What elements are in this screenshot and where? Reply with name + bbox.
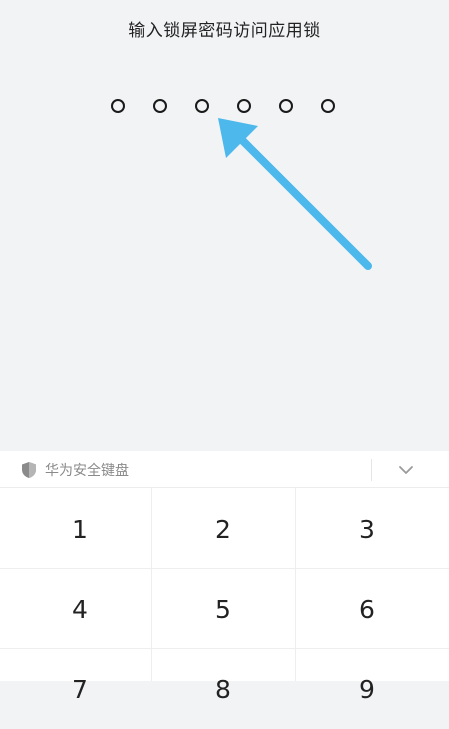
key-8[interactable]: 8 xyxy=(148,649,298,729)
key-6[interactable]: 6 xyxy=(292,569,442,649)
chevron-down-icon xyxy=(392,466,420,485)
key-9[interactable]: 9 xyxy=(292,649,442,729)
shield-icon xyxy=(21,461,37,479)
collapse-keyboard-button[interactable] xyxy=(392,459,420,481)
key-5[interactable]: 5 xyxy=(148,569,298,649)
annotation-arrow xyxy=(218,118,372,270)
lock-screen-panel: 输入锁屏密码访问应用锁 xyxy=(0,0,449,451)
key-7[interactable]: 7 xyxy=(5,649,155,729)
keyboard-brand-label: 华为安全键盘 xyxy=(45,463,129,479)
key-3[interactable]: 3 xyxy=(292,489,442,569)
secure-keyboard: 华为安全键盘 1 2 3 4 5 6 7 8 9 xyxy=(0,451,449,704)
keyboard-brand: 华为安全键盘 xyxy=(21,460,129,480)
key-4[interactable]: 4 xyxy=(5,569,155,649)
key-2[interactable]: 2 xyxy=(148,489,298,569)
keyboard-header: 华为安全键盘 xyxy=(0,451,449,488)
divider xyxy=(371,459,372,481)
key-1[interactable]: 1 xyxy=(5,489,155,569)
